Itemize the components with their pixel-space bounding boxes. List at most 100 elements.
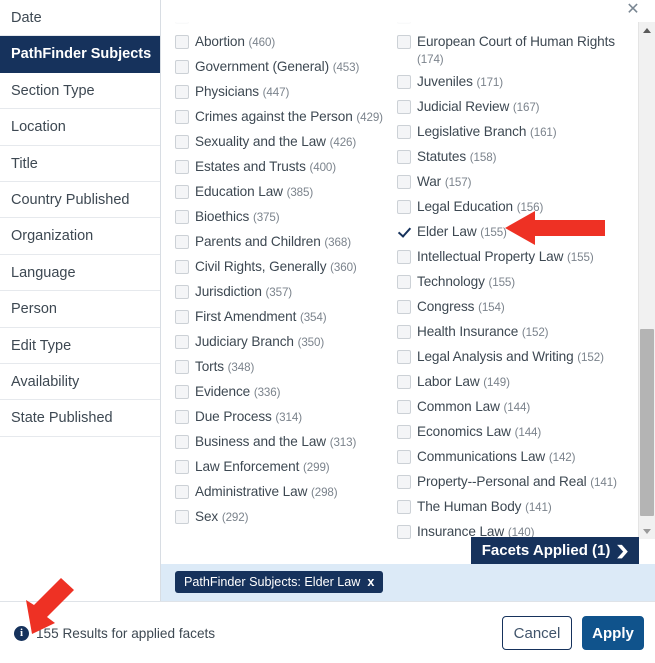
checkbox-icon[interactable] xyxy=(397,250,411,264)
facet-option-communications-law[interactable]: Communications Law (142) xyxy=(397,448,619,468)
applied-facet-chip[interactable]: PathFinder Subjects: Elder Law x xyxy=(175,571,384,593)
checkbox-icon[interactable] xyxy=(397,400,411,414)
facet-option-bioethics[interactable]: Bioethics (375) xyxy=(175,208,390,228)
facet-option-property-personal-and-real[interactable]: Property--Personal and Real (141) xyxy=(397,473,619,493)
checkbox-icon[interactable] xyxy=(175,510,189,524)
checkbox-icon[interactable] xyxy=(175,285,189,299)
facet-option-war[interactable]: War (157) xyxy=(397,173,619,193)
facet-option-first-amendment[interactable]: First Amendment (354) xyxy=(175,308,390,328)
facet-option-law-enforcement[interactable]: Law Enforcement (299) xyxy=(175,458,390,478)
checkbox-icon[interactable] xyxy=(397,350,411,364)
scrollbar-thumb[interactable] xyxy=(640,329,654,516)
checkbox-icon[interactable] xyxy=(397,100,411,114)
checkbox-icon[interactable] xyxy=(175,360,189,374)
facet-option-health-insurance[interactable]: Health Insurance (152) xyxy=(397,323,619,343)
facet-option-sex[interactable]: Sex (292) xyxy=(175,508,390,528)
facet-option-intellectual-property-law[interactable]: Intellectual Property Law (155) xyxy=(397,248,619,268)
sidebar-item-section-type[interactable]: Section Type xyxy=(0,73,160,110)
checkbox-icon[interactable] xyxy=(175,435,189,449)
checkbox-icon[interactable] xyxy=(397,325,411,339)
facet-list-scrollbar[interactable] xyxy=(638,22,655,539)
facet-option-judiciary-branch[interactable]: Judiciary Branch (350) xyxy=(175,333,390,353)
facet-option-the-human-body[interactable]: The Human Body (141) xyxy=(397,498,619,518)
facets-applied-toggle[interactable]: Facets Applied (1) ❯ xyxy=(471,537,639,564)
facet-option-sexuality-and-the-law[interactable]: Sexuality and the Law (426) xyxy=(175,133,390,153)
sidebar-item-country-published[interactable]: Country Published xyxy=(0,182,160,219)
facet-option-elder-law[interactable]: Elder Law (155) xyxy=(397,223,619,243)
checkbox-icon[interactable] xyxy=(175,485,189,499)
checkbox-icon[interactable] xyxy=(175,335,189,349)
sidebar-item-organization[interactable]: Organization xyxy=(0,218,160,255)
cancel-button[interactable]: Cancel xyxy=(502,616,572,650)
checkbox-icon[interactable] xyxy=(175,385,189,399)
facet-option-jurisdiction[interactable]: Jurisdiction (357) xyxy=(175,283,390,303)
checkbox-icon[interactable] xyxy=(175,310,189,324)
checkbox-icon[interactable] xyxy=(175,60,189,74)
checkbox-icon[interactable] xyxy=(175,410,189,424)
checkbox-icon[interactable] xyxy=(397,525,411,539)
checkbox-icon[interactable] xyxy=(397,200,411,214)
checkbox-icon[interactable] xyxy=(397,75,411,89)
facet-option-education-law[interactable]: Education Law (385) xyxy=(175,183,390,203)
facet-option-statutes[interactable]: Statutes (158) xyxy=(397,148,619,168)
facet-option-estates-and-trusts[interactable]: Estates and Trusts (400) xyxy=(175,158,390,178)
checkbox-icon[interactable] xyxy=(175,185,189,199)
facet-option-judicial-review[interactable]: Judicial Review (167) xyxy=(397,98,619,118)
checkbox-checked-icon[interactable] xyxy=(397,225,411,239)
checkbox-icon[interactable] xyxy=(175,135,189,149)
facet-list-scroll-region[interactable]: Abortion (460) Government (General) (453)… xyxy=(161,22,655,539)
facet-option-evidence[interactable]: Evidence (336) xyxy=(175,383,390,403)
checkbox-icon[interactable] xyxy=(397,375,411,389)
scroll-up-arrow-icon[interactable] xyxy=(639,22,655,38)
facet-option-torts[interactable]: Torts (348) xyxy=(175,358,390,378)
close-icon[interactable]: ✕ xyxy=(625,2,641,18)
remove-facet-icon[interactable]: x xyxy=(367,575,374,589)
scroll-down-arrow-icon[interactable] xyxy=(639,523,655,539)
checkbox-icon[interactable] xyxy=(175,22,189,24)
checkbox-icon[interactable] xyxy=(397,150,411,164)
facet-option-european-court-of-human-rights[interactable]: European Court of Human Rights (174) xyxy=(397,33,619,68)
facet-option-abortion[interactable]: Abortion (460) xyxy=(175,33,390,53)
checkbox-icon[interactable] xyxy=(397,125,411,139)
facet-option-crimes-against-the-person[interactable]: Crimes against the Person (429) xyxy=(175,108,390,128)
facet-option-congress[interactable]: Congress (154) xyxy=(397,298,619,318)
facet-option-clipped[interactable] xyxy=(175,22,390,28)
facet-option-technology[interactable]: Technology (155) xyxy=(397,273,619,293)
checkbox-icon[interactable] xyxy=(175,260,189,274)
checkbox-icon[interactable] xyxy=(397,475,411,489)
facet-option-due-process[interactable]: Due Process (314) xyxy=(175,408,390,428)
checkbox-icon[interactable] xyxy=(175,35,189,49)
facet-option-physicians[interactable]: Physicians (447) xyxy=(175,83,390,103)
facet-option-legal-education[interactable]: Legal Education (156) xyxy=(397,198,619,218)
checkbox-icon[interactable] xyxy=(175,460,189,474)
facet-option-legislative-branch[interactable]: Legislative Branch (161) xyxy=(397,123,619,143)
checkbox-icon[interactable] xyxy=(175,85,189,99)
sidebar-item-language[interactable]: Language xyxy=(0,255,160,292)
checkbox-icon[interactable] xyxy=(175,110,189,124)
sidebar-item-edit-type[interactable]: Edit Type xyxy=(0,328,160,364)
checkbox-icon[interactable] xyxy=(175,235,189,249)
checkbox-icon[interactable] xyxy=(397,275,411,289)
facet-option-juveniles[interactable]: Juveniles (171) xyxy=(397,73,619,93)
checkbox-icon[interactable] xyxy=(397,35,411,49)
checkbox-icon[interactable] xyxy=(397,450,411,464)
sidebar-item-title[interactable]: Title xyxy=(0,146,160,182)
sidebar-item-location[interactable]: Location xyxy=(0,109,160,146)
facet-option-administrative-law[interactable]: Administrative Law (298) xyxy=(175,483,390,503)
checkbox-icon[interactable] xyxy=(175,160,189,174)
checkbox-icon[interactable] xyxy=(397,175,411,189)
facet-option-parents-and-children[interactable]: Parents and Children (368) xyxy=(175,233,390,253)
facet-option-legal-analysis-and-writing[interactable]: Legal Analysis and Writing (152) xyxy=(397,348,619,368)
checkbox-icon[interactable] xyxy=(397,500,411,514)
facet-option-clipped[interactable] xyxy=(397,22,619,28)
facet-option-government-general[interactable]: Government (General) (453) xyxy=(175,58,390,78)
sidebar-item-state-published[interactable]: State Published xyxy=(0,400,160,437)
checkbox-icon[interactable] xyxy=(397,22,411,24)
facet-option-civil-rights-generally[interactable]: Civil Rights, Generally (360) xyxy=(175,258,390,278)
checkbox-icon[interactable] xyxy=(397,425,411,439)
facet-option-common-law[interactable]: Common Law (144) xyxy=(397,398,619,418)
checkbox-icon[interactable] xyxy=(397,300,411,314)
facet-option-economics-law[interactable]: Economics Law (144) xyxy=(397,423,619,443)
apply-button[interactable]: Apply xyxy=(582,616,644,650)
sidebar-item-pathfinder-subjects[interactable]: PathFinder Subjects xyxy=(0,36,160,73)
